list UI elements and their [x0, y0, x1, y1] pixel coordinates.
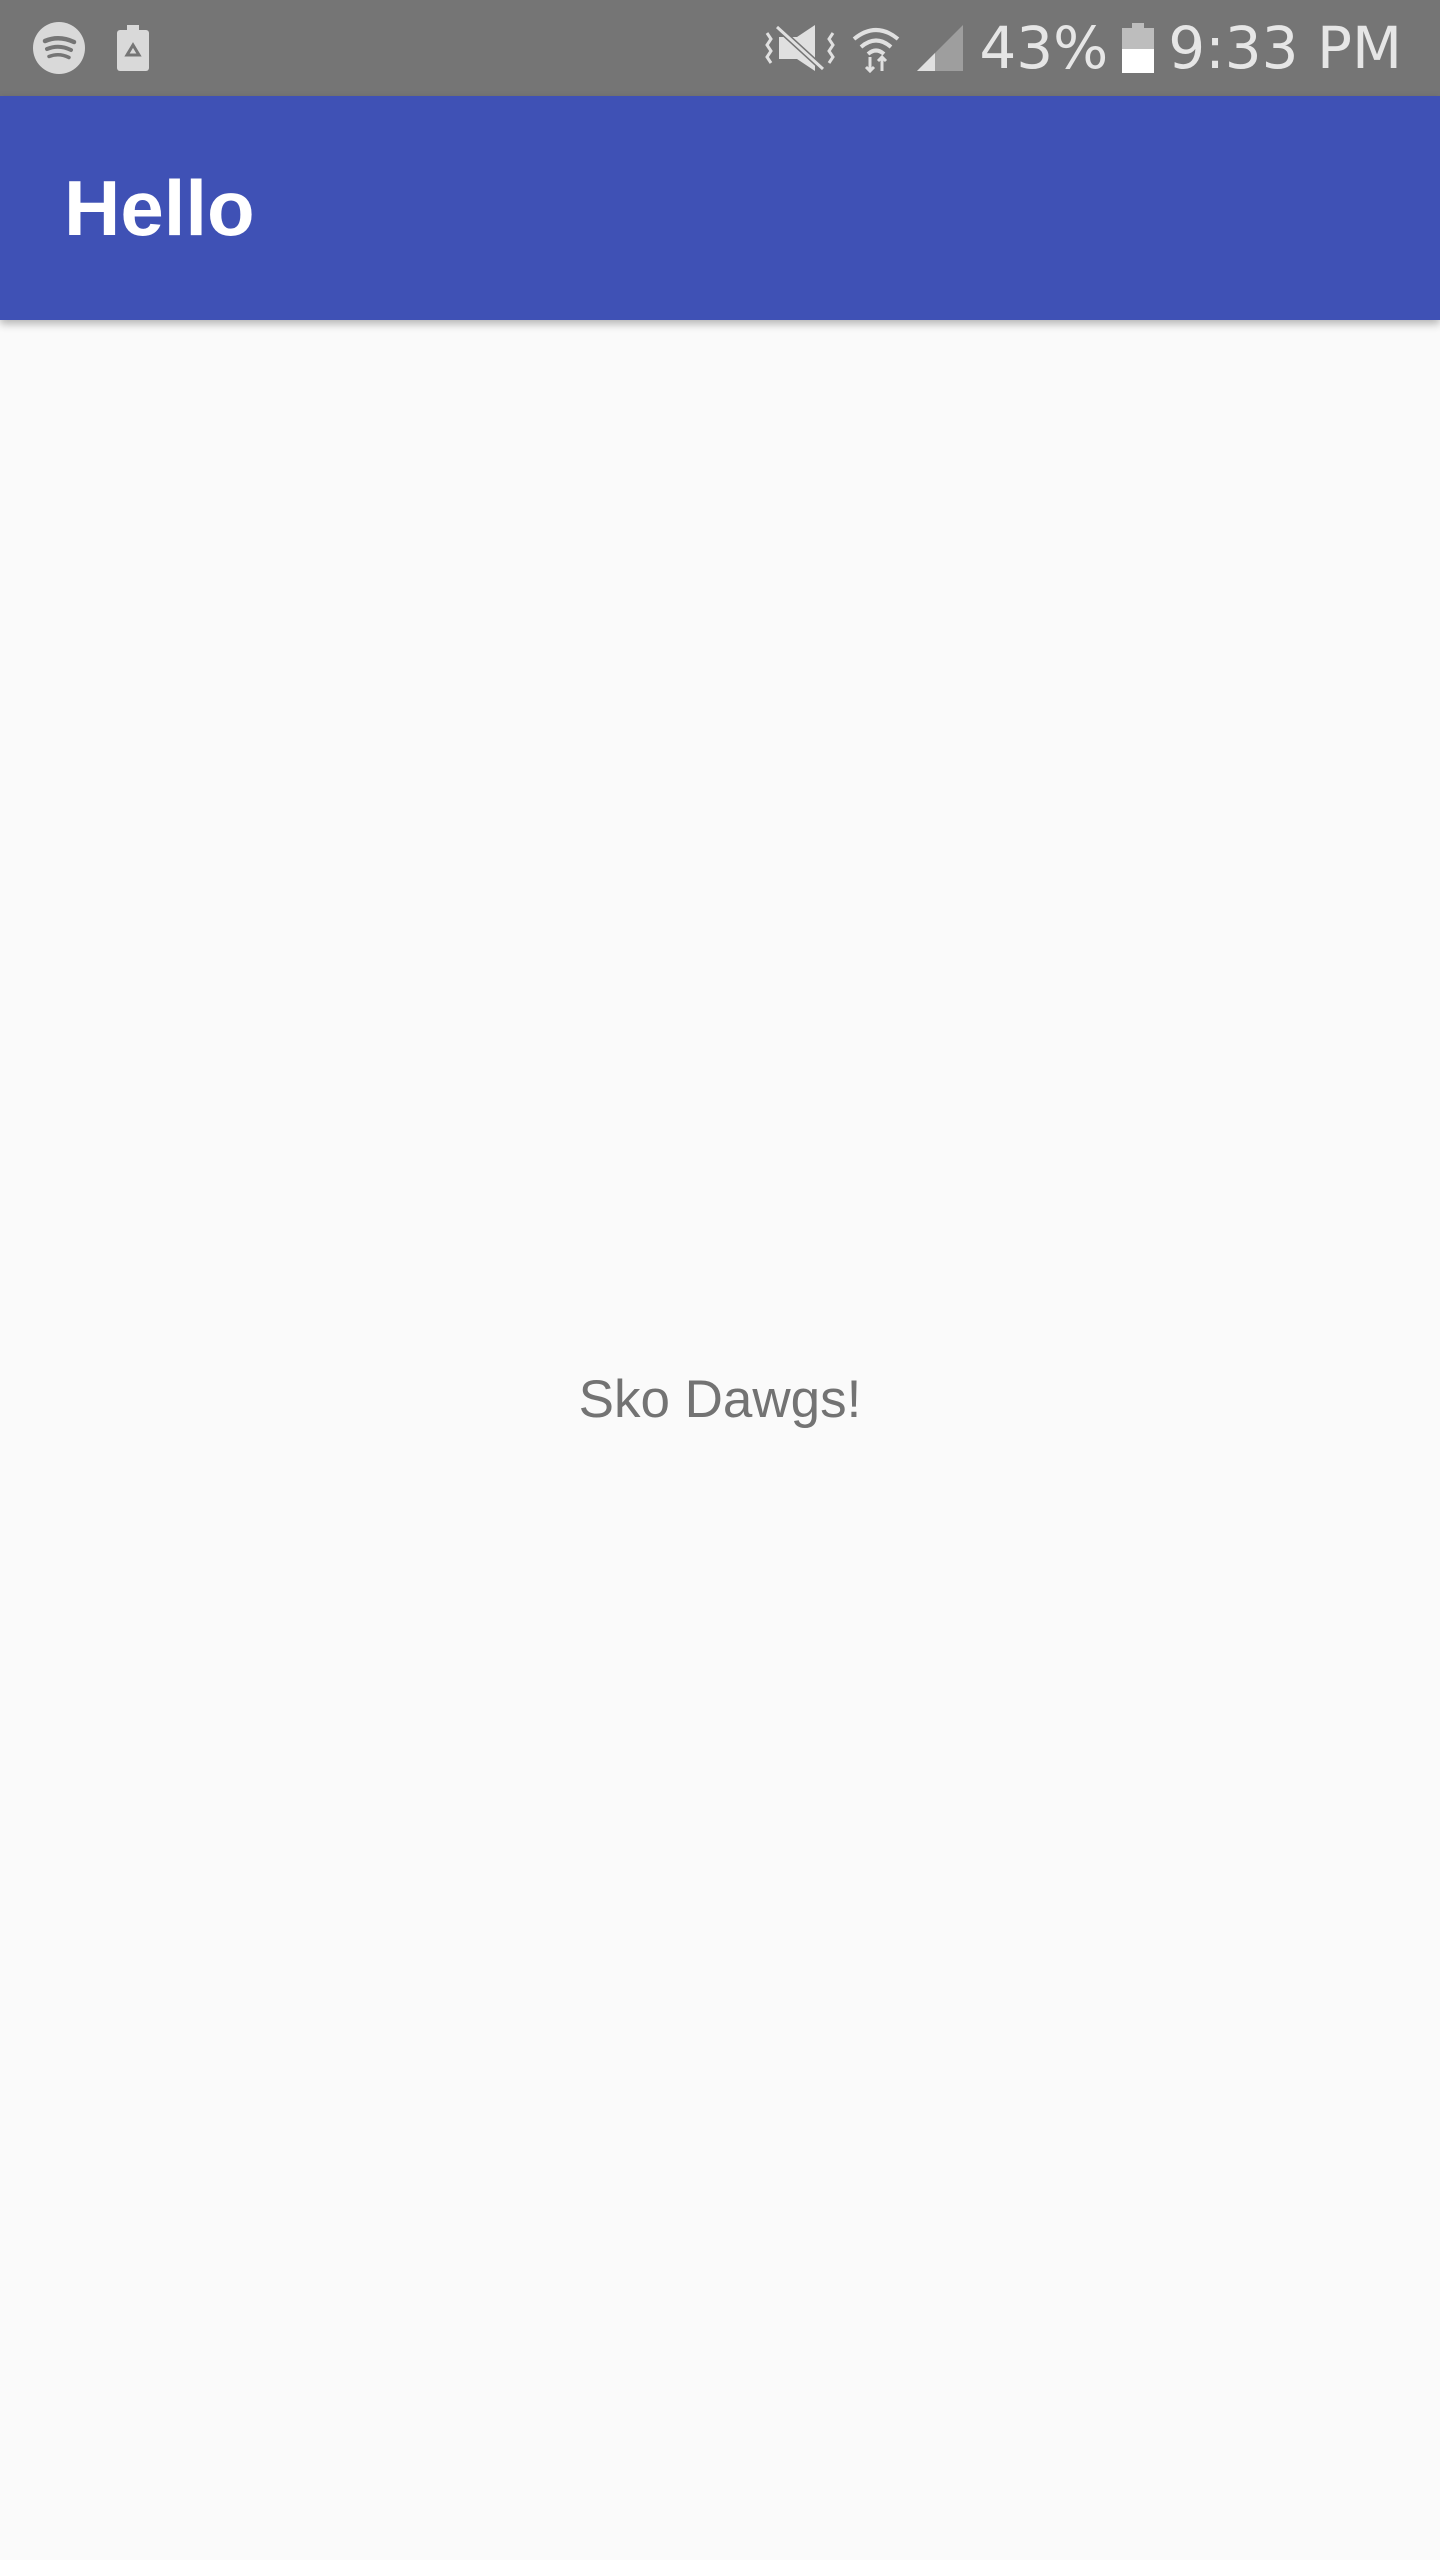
battery-percent: 43% — [979, 14, 1109, 82]
status-time: 9:33 PM — [1168, 14, 1402, 82]
center-message: Sko Dawgs! — [578, 1370, 862, 1429]
main-content: Sko Dawgs! — [0, 320, 1440, 2560]
status-left-icons — [32, 0, 150, 96]
cellular-signal-icon — [915, 23, 965, 73]
spotify-icon — [32, 21, 86, 75]
wifi-icon — [851, 23, 901, 73]
status-right-icons: 43% 9:33 PM — [763, 0, 1402, 96]
battery-saver-icon — [116, 25, 150, 71]
battery-icon — [1122, 23, 1155, 73]
status-bar: 43% 9:33 PM — [0, 0, 1440, 96]
app-bar: Hello — [0, 96, 1440, 320]
app-title: Hello — [64, 164, 255, 252]
vibrate-mute-icon — [763, 23, 837, 73]
